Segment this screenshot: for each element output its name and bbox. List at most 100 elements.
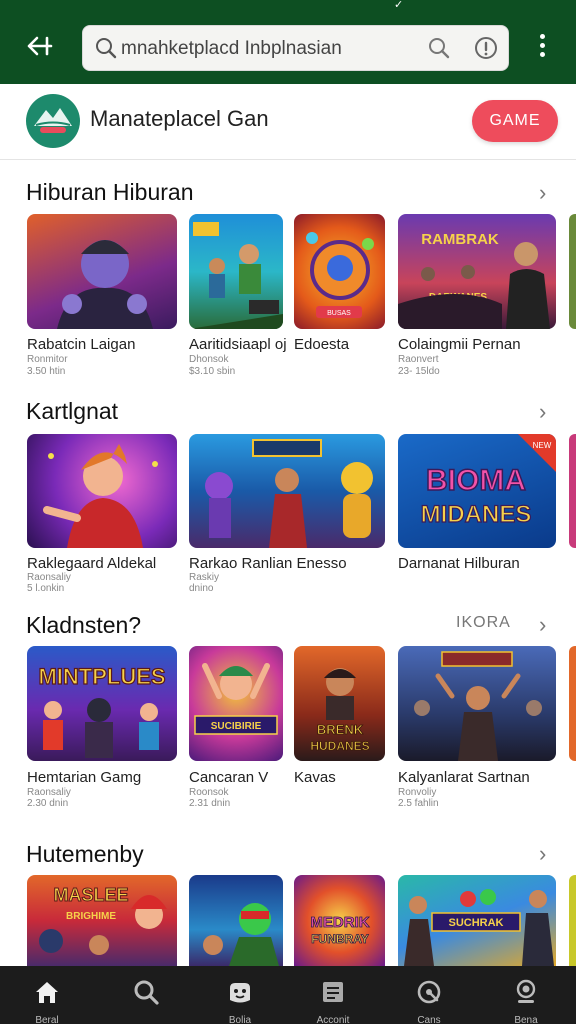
game-art — [203, 903, 279, 966]
home-icon — [36, 982, 58, 1003]
game-title[interactable]: Darnanat Hilburan — [398, 555, 520, 572]
game-card-thumbnail[interactable]: MEDRIK FUNBRAY — [294, 875, 385, 966]
nav-item-profile[interactable]: Bena — [479, 966, 573, 1026]
app-logo — [26, 94, 80, 148]
chevron-right-icon[interactable]: › — [539, 843, 559, 865]
game-art — [414, 651, 542, 761]
chevron-right-icon[interactable]: › — [539, 614, 559, 636]
nav-label: Cans — [417, 1015, 441, 1026]
bottom-navigation: Beral Bolia Acconit Cans Bena — [0, 966, 576, 1026]
section-title: Hiburan Hiburan — [26, 179, 194, 205]
game-card-thumbnail[interactable]: SUCIBIRIE — [189, 646, 283, 761]
art-title: MINTPLUES — [38, 664, 165, 689]
game-title[interactable]: Aaritidsiaapl oj — [189, 336, 287, 353]
game-size: 2.31 dnin — [189, 798, 231, 809]
game-card-thumbnail[interactable] — [189, 875, 283, 966]
chevron-right-icon[interactable]: › — [539, 182, 559, 204]
art-title-top: BIOMA — [426, 464, 526, 497]
radar-icon — [417, 980, 441, 1004]
game-title[interactable]: Edoesta — [294, 336, 349, 353]
game-card-thumbnail[interactable]: SUCHRAK — [398, 875, 556, 966]
section-title: Kladnsten? — [26, 612, 142, 638]
nav-item-games[interactable]: Bolia — [193, 966, 287, 1026]
search-icon — [134, 980, 159, 1005]
game-title[interactable]: Kalyanlarat Sartnan — [398, 769, 530, 786]
game-art — [189, 222, 283, 329]
game-size: 5 l.onkin — [27, 583, 65, 594]
nav-item-radar[interactable]: Cans — [382, 966, 476, 1026]
app-title: Manateplacel Gan — [90, 106, 269, 131]
game-card-thumbnail[interactable]: BUSAS — [294, 214, 385, 329]
search-icon — [96, 38, 117, 59]
game-art: MASLEE BRIGHIME — [39, 885, 167, 955]
nav-label: Bena — [514, 1015, 538, 1026]
game-title[interactable]: Rarkao Ranlian Enesso — [189, 555, 347, 572]
game-card-thumbnail[interactable]: MASLEE BRIGHIME — [27, 875, 177, 966]
game-card-thumbnail[interactable] — [27, 434, 177, 548]
nav-label: Acconit — [316, 1015, 350, 1026]
art-title-bottom: HUDANES — [310, 739, 369, 753]
game-card-thumbnail-partial[interactable] — [569, 434, 576, 548]
game-card-thumbnail-partial[interactable] — [569, 646, 576, 761]
game-title[interactable]: Kavas — [294, 769, 336, 786]
game-card-thumbnail[interactable]: NEW BIOMA MIDANES — [398, 434, 556, 548]
search-text: mnahketplacd Inbplnasian — [121, 38, 342, 59]
section-title: Kartlgnat — [26, 398, 119, 424]
game-card-thumbnail-partial[interactable] — [569, 875, 576, 966]
game-publisher: Raonvert — [398, 354, 439, 365]
back-button[interactable] — [18, 26, 62, 66]
nav-item-home[interactable]: Beral — [0, 966, 94, 1026]
art-title: SUCIBIRIE — [211, 721, 262, 732]
game-art — [205, 439, 373, 548]
nav-label: Bolia — [228, 1015, 252, 1026]
art-title-bottom: MIDANES — [421, 501, 532, 528]
search-submit-icon[interactable] — [426, 35, 452, 61]
info-icon[interactable] — [473, 35, 499, 61]
game-card-thumbnail-partial[interactable] — [569, 214, 576, 329]
section-extra-label: IKORA — [456, 614, 511, 631]
section-title: Hutemenby — [26, 841, 144, 867]
game-size: $3.10 sbin — [189, 366, 236, 377]
nav-label: Beral — [35, 1015, 59, 1026]
game-title[interactable]: Rabatcin Laigan — [27, 336, 135, 353]
game-title[interactable]: Raklegaard Aldekal — [27, 555, 156, 572]
game-art: NEW BIOMA MIDANES — [420, 434, 556, 529]
game-size: dnino — [189, 583, 214, 594]
chevron-right-icon[interactable]: › — [539, 401, 559, 423]
game-size: 2.30 dnin — [27, 798, 69, 809]
art-title-top: MEDRIK — [310, 914, 369, 931]
game-publisher: Dhonsok — [189, 354, 229, 365]
game-size: 3.50 htin — [27, 366, 66, 377]
game-size: 23- 15ldo — [398, 366, 440, 377]
game-title[interactable]: Colaingmii Pernan — [398, 336, 521, 353]
game-card-thumbnail[interactable]: MINTPLUES — [27, 646, 177, 761]
search-input[interactable]: mnahketplacd Inbplnasian — [82, 25, 509, 71]
game-art: MINTPLUES — [38, 663, 166, 758]
game-art: MEDRIK FUNBRAY — [310, 914, 370, 947]
game-card-thumbnail[interactable] — [189, 214, 283, 329]
game-card-thumbnail[interactable] — [27, 214, 177, 329]
art-title: SUCHRAK — [449, 917, 504, 929]
game-card-thumbnail[interactable] — [189, 434, 385, 548]
nav-item-news[interactable]: Acconit — [286, 966, 380, 1026]
art-title-bottom: BRIGHIME — [66, 911, 116, 922]
banner-text: BUSAS — [327, 310, 351, 317]
game-card-thumbnail[interactable]: RAMBRAK DARWANES — [398, 214, 556, 329]
new-badge-text: NEW — [533, 441, 552, 450]
game-button[interactable]: GAME — [472, 100, 558, 142]
game-card-thumbnail[interactable] — [398, 646, 556, 761]
more-options-button[interactable] — [528, 30, 556, 64]
nav-item-search[interactable] — [99, 966, 193, 1024]
game-icon — [230, 983, 250, 1003]
game-art: RAMBRAK DARWANES — [398, 231, 550, 329]
art-title-bottom: FUNBRAY — [311, 932, 369, 946]
news-icon — [323, 982, 343, 1002]
status-check-icon: ✓ — [394, 0, 404, 11]
game-art: SUCHRAK — [404, 889, 554, 966]
game-title[interactable]: Cancaran V — [189, 769, 268, 786]
game-publisher: Ronmitor — [27, 354, 68, 365]
art-title-top: BRENK — [317, 722, 364, 737]
game-title[interactable]: Hemtarian Gamg — [27, 769, 141, 786]
game-size: 2.5 fahlin — [398, 798, 439, 809]
game-card-thumbnail[interactable]: BRENK HUDANES — [294, 646, 385, 761]
